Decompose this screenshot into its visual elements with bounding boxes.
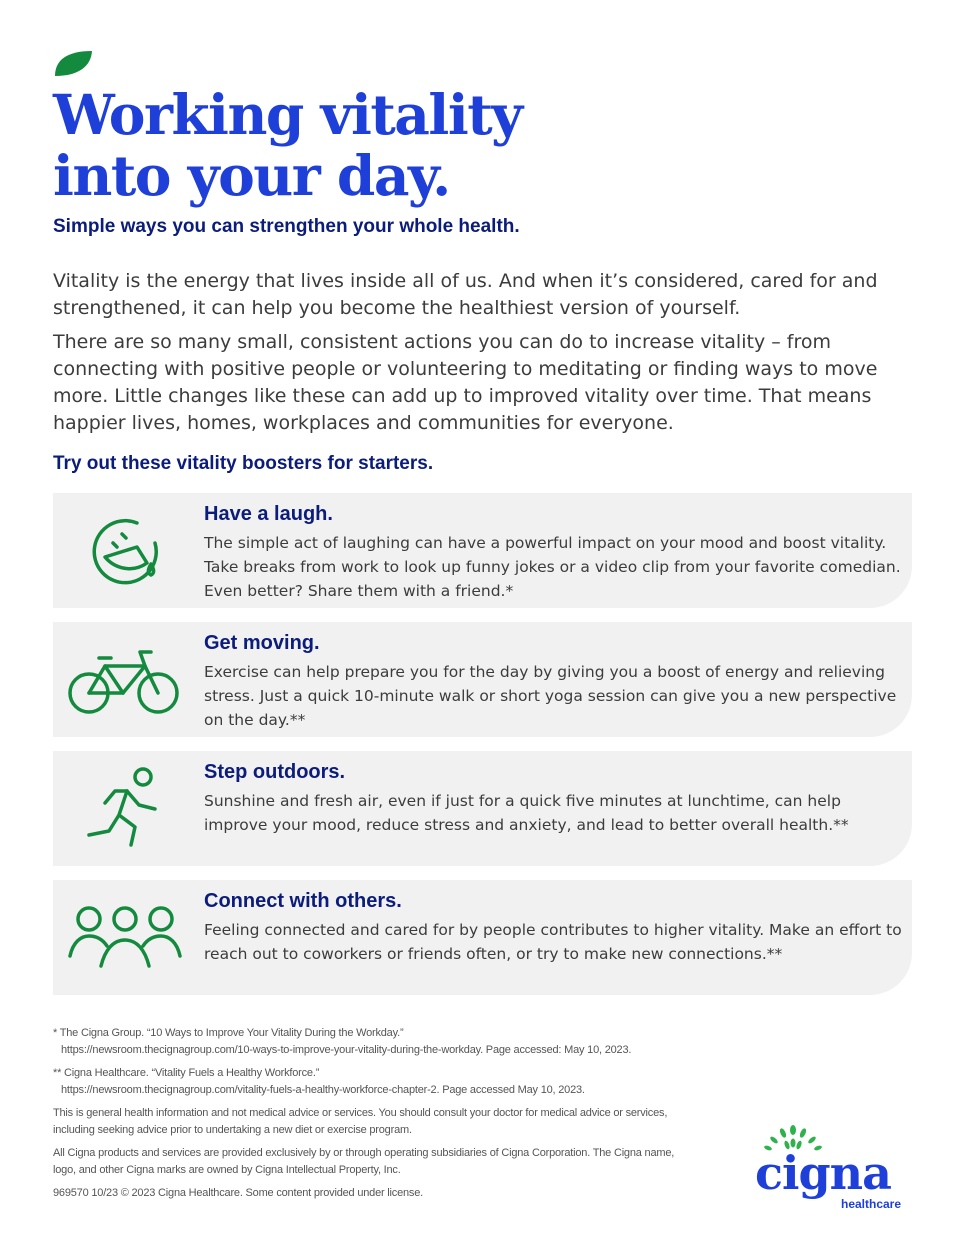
title-line-1: Working vitality xyxy=(53,82,523,147)
booster-card-moving: Get moving. Exercise can help prepare yo… xyxy=(53,622,912,737)
booster-body: The simple act of laughing can have a po… xyxy=(204,534,901,600)
boosters-heading: Try out these vitality boosters for star… xyxy=(53,453,434,474)
footnote-2-citation: ** Cigna Healthcare. “Vitality Fuels a H… xyxy=(53,1067,320,1079)
booster-card-laugh: Have a laugh. The simple act of laughing… xyxy=(53,493,912,608)
booster-title: Connect with others. xyxy=(204,890,402,912)
cigna-logo: cigna healthcare xyxy=(755,1125,915,1215)
booster-title: Get moving. xyxy=(204,632,320,654)
bicycle-icon xyxy=(67,636,183,722)
legal-notice: All Cigna products and services are prov… xyxy=(53,1147,675,1176)
leaf-icon xyxy=(55,51,92,76)
page-subtitle: Simple ways you can strengthen your whol… xyxy=(53,216,520,237)
disclaimer: This is general health information and n… xyxy=(53,1107,668,1136)
footnote-1-citation: * The Cigna Group. “10 Ways to Improve Y… xyxy=(53,1027,404,1039)
runner-icon xyxy=(67,765,183,851)
title-line-2: into your day. xyxy=(53,143,451,208)
booster-title: Step outdoors. xyxy=(204,761,346,783)
intro-paragraph-2: There are so many small, consistent acti… xyxy=(53,331,878,434)
footnotes: * The Cigna Group. “10 Ways to Improve Y… xyxy=(53,1025,693,1208)
booster-title: Have a laugh. xyxy=(204,503,333,525)
laugh-face-icon xyxy=(67,507,183,593)
booster-body: Feeling connected and cared for by peopl… xyxy=(204,921,902,963)
footnote-2-url[interactable]: https://newsroom.thecignagroup.com/vital… xyxy=(53,1084,585,1096)
people-group-icon xyxy=(67,894,183,980)
footnote-1-url[interactable]: https://newsroom.thecignagroup.com/10-wa… xyxy=(53,1044,631,1056)
page-title: Working vitality into your day. xyxy=(53,84,753,206)
logo-subtext: healthcare xyxy=(841,1197,902,1211)
booster-body: Exercise can help prepare you for the da… xyxy=(204,663,897,729)
document-code: 969570 10/23 © 2023 Cigna Healthcare. So… xyxy=(53,1187,424,1199)
booster-body: Sunshine and fresh air, even if just for… xyxy=(204,792,849,834)
booster-card-connect: Connect with others. Feeling connected a… xyxy=(53,880,912,995)
logo-wordmark: cigna xyxy=(755,1146,892,1200)
booster-card-outdoors: Step outdoors. Sunshine and fresh air, e… xyxy=(53,751,912,866)
intro-paragraph-1: Vitality is the energy that lives inside… xyxy=(53,270,878,319)
